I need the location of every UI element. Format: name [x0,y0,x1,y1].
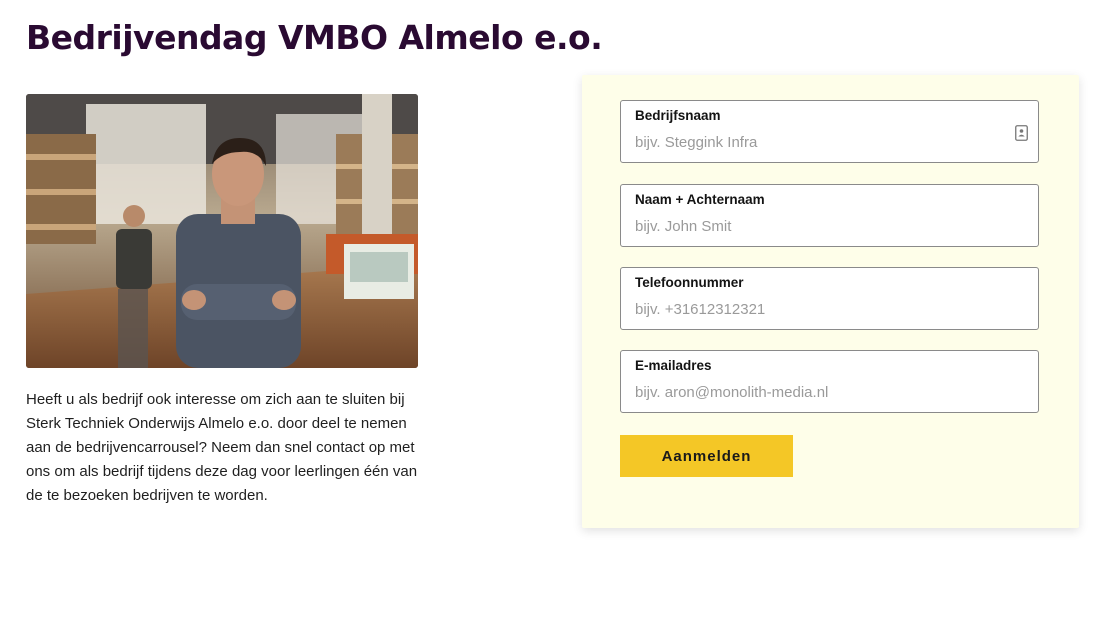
phone-label: Telefoonnummer [635,275,744,290]
phone-input[interactable] [635,301,1005,318]
page: Bedrijvendag VMBO Almelo e.o. Heeft u al… [0,0,1106,618]
company-name-label: Bedrijfsnaam [635,108,721,123]
email-field: E-mailadres [620,350,1039,413]
registration-form: Bedrijfsnaam Naam + Achternaam Telefoonn… [582,75,1079,528]
intro-text: Heeft u als bedrijf ook interesse om zic… [26,391,418,504]
full-name-field: Naam + Achternaam [620,184,1039,247]
page-title: Bedrijvendag VMBO Almelo e.o. [26,18,603,57]
phone-field: Telefoonnummer [620,267,1039,330]
email-label: E-mailadres [635,358,712,373]
submit-button[interactable]: Aanmelden [620,435,793,477]
full-name-input[interactable] [635,218,1005,235]
workshop-photo [26,94,418,368]
company-name-field: Bedrijfsnaam [620,100,1039,163]
company-name-input[interactable] [635,134,1005,151]
email-input[interactable] [635,384,1005,401]
contact-card-icon[interactable] [1015,125,1028,141]
full-name-label: Naam + Achternaam [635,192,765,207]
